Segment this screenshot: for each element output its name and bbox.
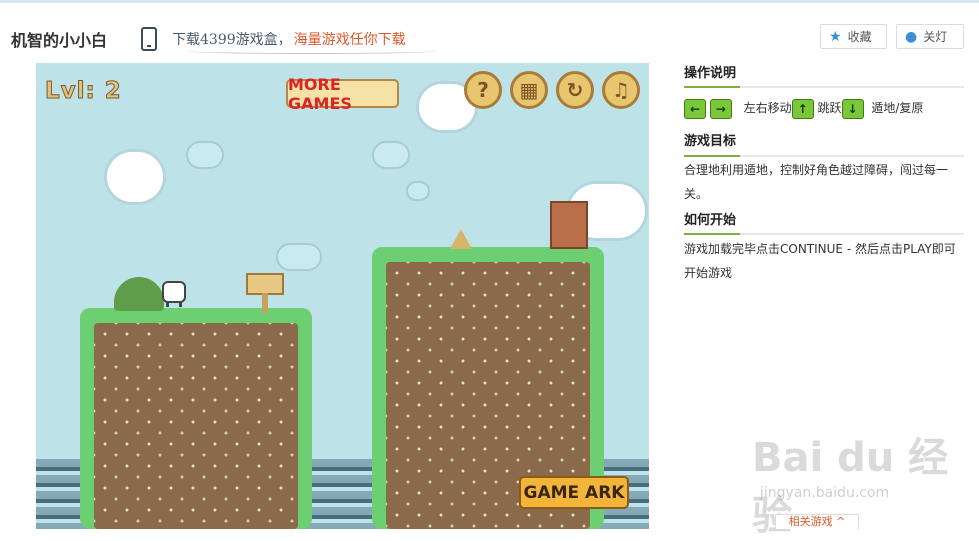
cloud [406,181,430,201]
cloud [276,243,322,271]
favorite-label: 收藏 [847,30,872,44]
controls-move-label: 左右移动 [743,101,792,115]
goal-title: 游戏目标 [684,134,737,149]
favorite-button[interactable]: ★ 收藏 [820,24,887,49]
goal-text: 合理地利用遁地，控制好角色越过障碍，闯过每一关。 [684,163,949,201]
baidu-watermark-url: jingyan.baidu.com [760,485,890,501]
goal-divider [684,155,964,157]
start-title: 如何开始 [684,213,737,228]
wooden-sign [246,273,284,295]
arrow-up-key-icon: ↑ [791,98,814,119]
controls-title: 操作说明 [684,66,737,81]
controls-row: ← → 左右移动 ↑ 跳跃 ↓ 遁地/复原 [684,96,959,120]
related-games-tab[interactable]: 相关游戏 ^ [775,514,859,529]
game-ark-logo-button[interactable]: GAME ARK [519,476,629,509]
game-title: 机智的小小白 [11,31,108,50]
controls-divider [684,86,964,88]
controls-walk-label: 遁地/复原 [871,101,924,115]
restart-button[interactable]: ↻ [556,71,594,109]
star-icon: ★ [829,28,842,45]
cloud [372,141,410,169]
game-canvas[interactable]: Lvl: 2 MORE GAMES ? ▦ ↻ ♫ GAME ARK [36,63,649,529]
page-header: 机智的小小白 下载4399游戏盒， 海量游戏任你下载 ★ 收藏 ● 关灯 [0,3,979,61]
bulb-icon: ● [905,28,918,45]
phone-icon[interactable] [141,27,157,51]
cloud [186,141,224,169]
lights-off-label: 关灯 [923,30,948,44]
player-legs [166,301,182,307]
controls-jump-label: 跳跃 [817,101,842,115]
more-games-button[interactable]: MORE GAMES [286,75,399,113]
promo-text-download[interactable]: 下载4399游戏盒， [172,32,292,48]
promo-underline [186,48,436,54]
start-divider [684,233,964,235]
promo-text-games[interactable]: 海量游戏任你下载 [294,32,406,48]
cloud [104,149,166,205]
exit-door [550,201,588,249]
left-platform-dirt [94,323,298,529]
music-toggle-button[interactable]: ♫ [602,71,640,109]
start-text: 游戏加载完毕点击CONTINUE - 然后点击PLAY即可开始游戏 [684,242,956,280]
bush [114,277,164,311]
arrow-left-key-icon: ← [684,98,706,119]
arrow-right-key-icon: → [709,98,732,119]
sign-pole [262,293,268,313]
spike-obstacle [450,229,472,249]
level-select-button[interactable]: ▦ [510,71,548,109]
player-character [162,281,186,303]
promo-banner[interactable]: 下载4399游戏盒， 海量游戏任你下载 [172,29,406,49]
level-indicator: Lvl: 2 [45,78,122,105]
help-button[interactable]: ? [464,71,502,109]
arrow-down-key-icon: ↓ [841,98,864,119]
lights-off-button[interactable]: ● 关灯 [896,24,964,49]
